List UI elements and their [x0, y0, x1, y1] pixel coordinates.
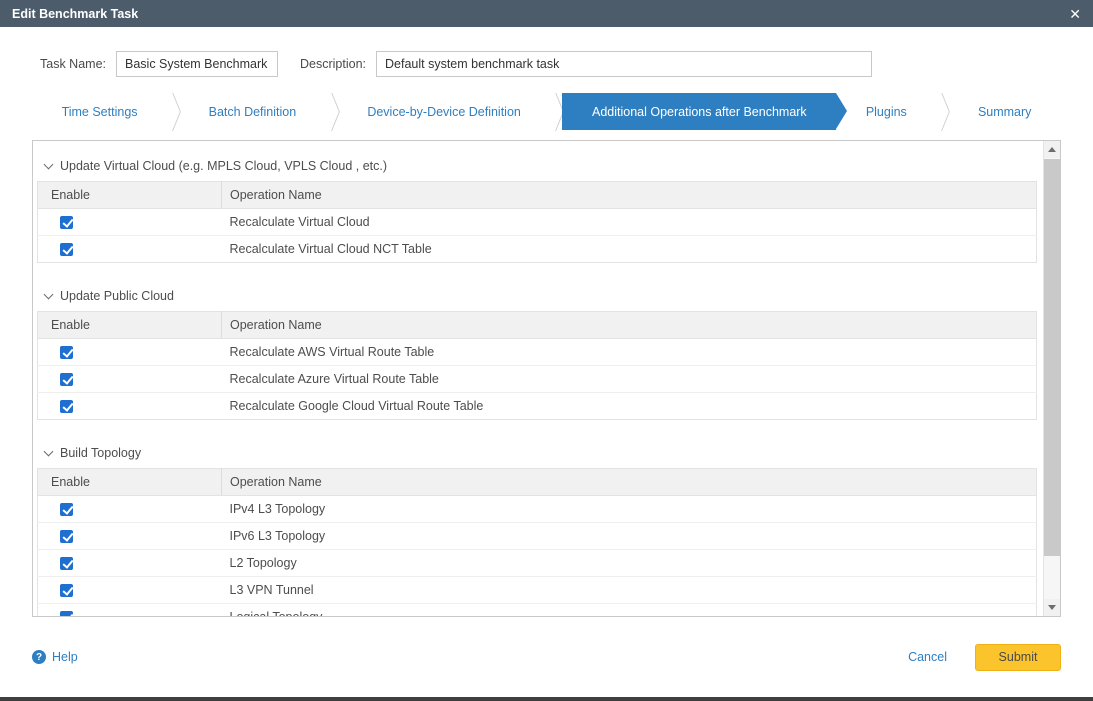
operation-name: Recalculate Google Cloud Virtual Route T… — [222, 393, 1037, 420]
operation-name: Recalculate AWS Virtual Route Table — [222, 339, 1037, 366]
section-toggle-update-public-cloud[interactable]: Update Public Cloud — [45, 289, 1037, 303]
task-form-row: Task Name: Description: — [0, 27, 1093, 77]
operation-name: IPv4 L3 Topology — [222, 496, 1037, 523]
footer-actions: Cancel Submit — [908, 644, 1061, 671]
enable-checkbox[interactable] — [60, 346, 73, 359]
dialog-titlebar: Edit Benchmark Task ✕ — [0, 0, 1093, 27]
enable-column-header: Enable — [38, 182, 222, 209]
description-input[interactable] — [376, 51, 872, 77]
help-link[interactable]: ? Help — [32, 650, 78, 664]
table-row: IPv4 L3 Topology — [38, 496, 1037, 523]
tab-separator — [326, 93, 338, 130]
tab-plugins[interactable]: Plugins — [836, 93, 936, 130]
scrollbar-track[interactable] — [1044, 158, 1060, 599]
edit-benchmark-task-dialog: Edit Benchmark Task ✕ Task Name: Descrip… — [0, 0, 1093, 697]
chevron-down-icon — [44, 289, 54, 299]
tab-separator — [936, 93, 948, 130]
chevron-down-icon — [44, 159, 54, 169]
operation-name: IPv6 L3 Topology — [222, 523, 1037, 550]
cancel-button[interactable]: Cancel — [908, 650, 947, 664]
operation-name: Recalculate Virtual Cloud — [222, 209, 1037, 236]
wizard-tabs: Time Settings Batch Definition Device-by… — [32, 93, 1061, 130]
section-toggle-build-topology[interactable]: Build Topology — [45, 446, 1037, 460]
table-row: L2 Topology — [38, 550, 1037, 577]
table-row: Recalculate AWS Virtual Route Table — [38, 339, 1037, 366]
close-icon[interactable]: ✕ — [1069, 7, 1081, 21]
table-row: Recalculate Virtual Cloud NCT Table — [38, 236, 1037, 263]
section-title: Build Topology — [60, 446, 141, 460]
enable-checkbox[interactable] — [60, 400, 73, 413]
section-toggle-update-virtual-cloud[interactable]: Update Virtual Cloud (e.g. MPLS Cloud, V… — [45, 159, 1037, 173]
enable-checkbox[interactable] — [60, 530, 73, 543]
scroll-viewport: Update Virtual Cloud (e.g. MPLS Cloud, V… — [33, 141, 1043, 616]
table-row: IPv6 L3 Topology — [38, 523, 1037, 550]
operations-table-update-public-cloud: Enable Operation Name Recalculate AWS Vi… — [37, 311, 1037, 420]
table-row: L3 VPN Tunnel — [38, 577, 1037, 604]
enable-checkbox[interactable] — [60, 243, 73, 256]
enable-checkbox[interactable] — [60, 557, 73, 570]
task-name-input[interactable] — [116, 51, 278, 77]
tab-content-panel: Update Virtual Cloud (e.g. MPLS Cloud, V… — [32, 140, 1061, 617]
operations-table-build-topology: Enable Operation Name IPv4 L3 Topology I… — [37, 468, 1037, 616]
tab-additional-operations-after-benchmark[interactable]: Additional Operations after Benchmark — [562, 93, 836, 130]
section-title: Update Public Cloud — [60, 289, 174, 303]
dialog-title: Edit Benchmark Task — [12, 7, 138, 21]
description-label: Description: — [300, 57, 366, 71]
scroll-up-arrow-icon[interactable] — [1044, 141, 1060, 158]
enable-checkbox[interactable] — [60, 584, 73, 597]
tab-time-settings[interactable]: Time Settings — [32, 93, 167, 130]
enable-checkbox[interactable] — [60, 216, 73, 229]
submit-button[interactable]: Submit — [975, 644, 1061, 671]
operations-table-update-virtual-cloud: Enable Operation Name Recalculate Virtua… — [37, 181, 1037, 263]
operation-column-header: Operation Name — [222, 469, 1037, 496]
tab-summary[interactable]: Summary — [948, 93, 1061, 130]
vertical-scrollbar[interactable] — [1043, 141, 1060, 616]
section-title: Update Virtual Cloud (e.g. MPLS Cloud, V… — [60, 159, 387, 173]
help-icon: ? — [32, 650, 46, 664]
tab-separator — [167, 93, 179, 130]
operation-name: L2 Topology — [222, 550, 1037, 577]
tab-separator — [550, 93, 562, 130]
operation-column-header: Operation Name — [222, 182, 1037, 209]
operation-name: Recalculate Azure Virtual Route Table — [222, 366, 1037, 393]
scroll-down-arrow-icon[interactable] — [1044, 599, 1060, 616]
dialog-footer: ? Help Cancel Submit — [0, 617, 1093, 697]
enable-column-header: Enable — [38, 469, 222, 496]
operation-name: L3 VPN Tunnel — [222, 577, 1037, 604]
operation-column-header: Operation Name — [222, 312, 1037, 339]
task-name-label: Task Name: — [40, 57, 106, 71]
table-row: Logical Topology — [38, 604, 1037, 617]
table-row: Recalculate Google Cloud Virtual Route T… — [38, 393, 1037, 420]
scrollbar-thumb[interactable] — [1044, 159, 1060, 556]
help-label: Help — [52, 650, 78, 664]
chevron-down-icon — [44, 446, 54, 456]
table-row: Recalculate Azure Virtual Route Table — [38, 366, 1037, 393]
enable-checkbox[interactable] — [60, 503, 73, 516]
enable-column-header: Enable — [38, 312, 222, 339]
table-row: Recalculate Virtual Cloud — [38, 209, 1037, 236]
enable-checkbox[interactable] — [60, 373, 73, 386]
tab-batch-definition[interactable]: Batch Definition — [179, 93, 326, 130]
enable-checkbox[interactable] — [60, 611, 73, 617]
operation-name: Logical Topology — [222, 604, 1037, 617]
tab-device-by-device-definition[interactable]: Device-by-Device Definition — [338, 93, 551, 130]
operation-name: Recalculate Virtual Cloud NCT Table — [222, 236, 1037, 263]
